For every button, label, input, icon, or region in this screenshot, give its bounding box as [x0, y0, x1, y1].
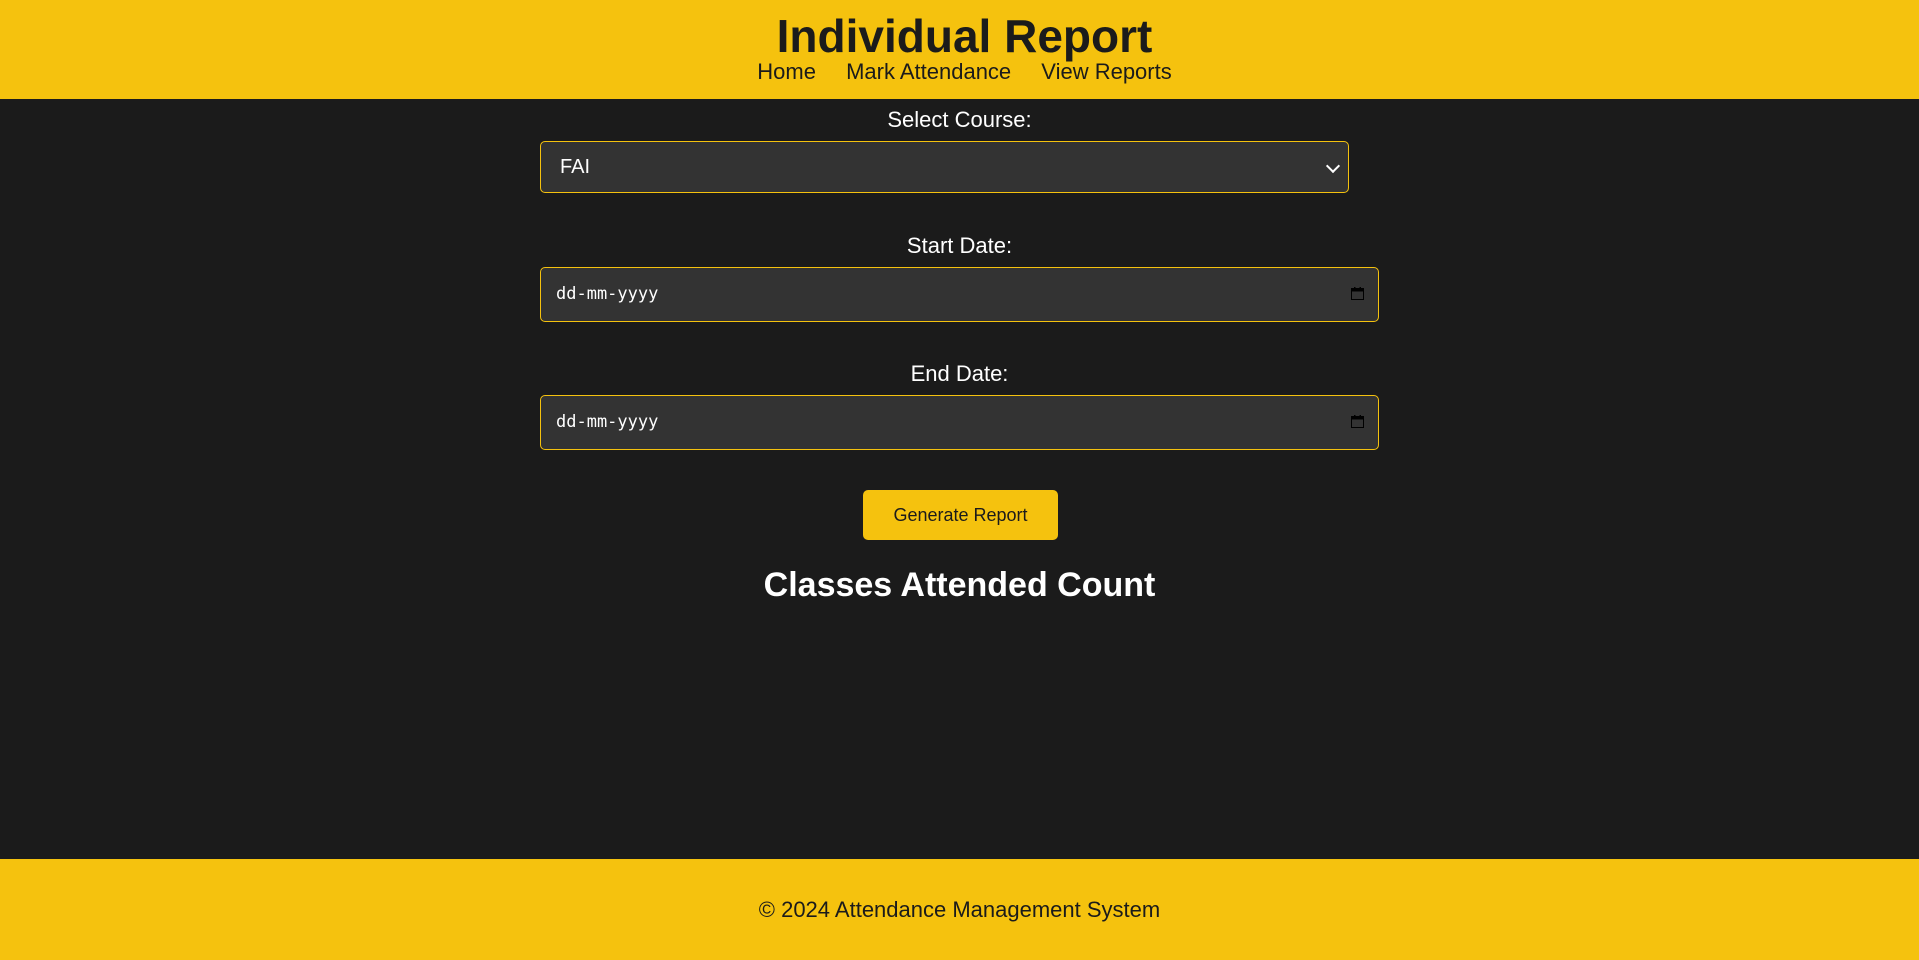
chevron-down-icon	[1325, 158, 1341, 174]
main-nav: Home Mark Attendance View Reports	[0, 58, 1919, 86]
calendar-icon[interactable]	[1351, 415, 1364, 428]
site-footer: © 2024 Attendance Management System	[0, 859, 1919, 960]
end-date-input[interactable]: dd-mm-yyyy	[540, 395, 1379, 450]
site-header: Individual Report Home Mark Attendance V…	[0, 0, 1919, 100]
generate-report-button[interactable]: Generate Report	[863, 490, 1058, 540]
nav-home-link[interactable]: Home	[757, 59, 816, 84]
footer-copyright: © 2024 Attendance Management System	[758, 897, 1161, 922]
start-date-label: Start Date:	[906, 233, 1013, 258]
nav-view-reports-link[interactable]: View Reports	[1041, 59, 1171, 84]
page-title: Individual Report	[776, 10, 1153, 62]
start-date-placeholder: dd-mm-yyyy	[556, 284, 659, 304]
course-select[interactable]: FAI	[540, 141, 1349, 193]
course-label: Select Course:	[887, 107, 1032, 132]
nav-mark-attendance-link[interactable]: Mark Attendance	[846, 59, 1011, 84]
end-date-placeholder: dd-mm-yyyy	[556, 412, 659, 432]
classes-attended-heading: Classes Attended Count	[763, 566, 1156, 604]
end-date-label: End Date:	[910, 361, 1009, 386]
start-date-input[interactable]: dd-mm-yyyy	[540, 267, 1379, 322]
calendar-icon[interactable]	[1351, 287, 1364, 300]
course-select-value: FAI	[560, 156, 591, 178]
